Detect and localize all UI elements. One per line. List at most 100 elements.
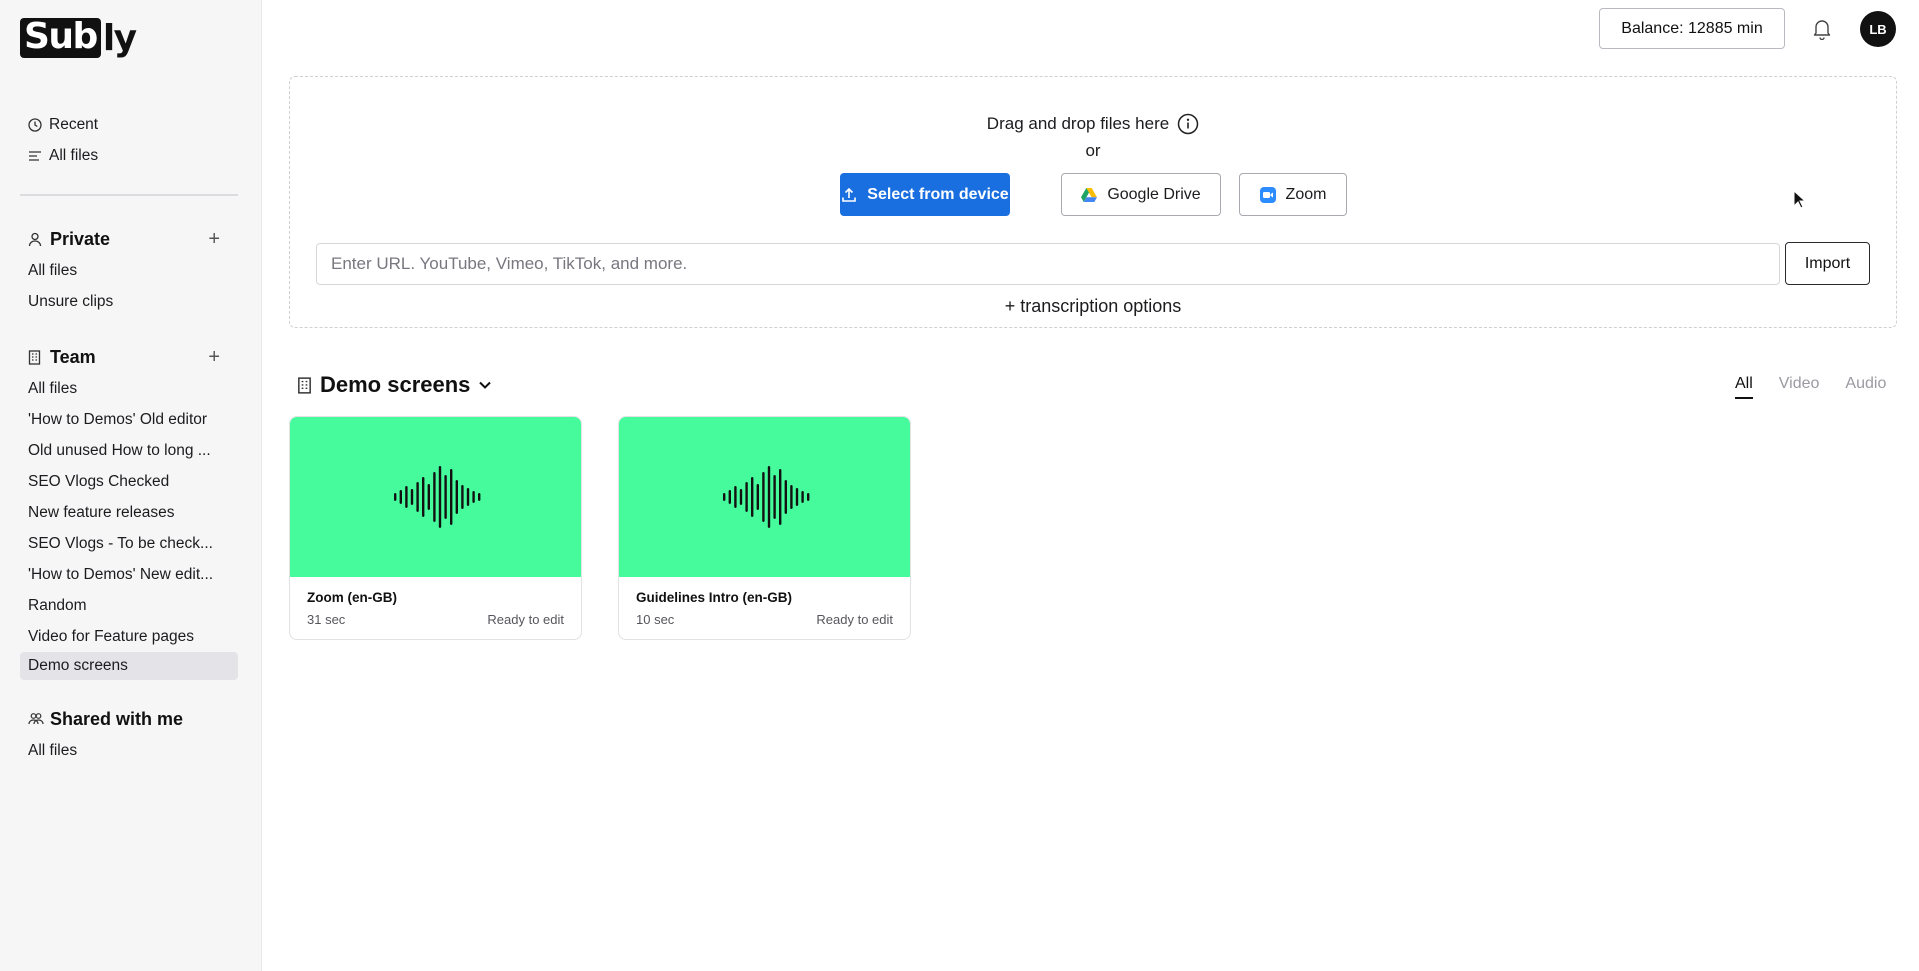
- tab-all[interactable]: All: [1735, 373, 1753, 399]
- sidebar-item-label: Video for Feature pages: [28, 628, 195, 645]
- sidebar-item-private-all-files[interactable]: All files: [20, 257, 238, 285]
- transcription-options-link[interactable]: + transcription options: [290, 296, 1896, 317]
- waveform-bar: [415, 482, 419, 512]
- file-status: Ready to edit: [487, 612, 564, 627]
- sidebar-item-folder[interactable]: Random: [20, 592, 238, 620]
- sidebar-item-recent[interactable]: Recent: [20, 111, 238, 139]
- folder-title: Demo screens: [320, 372, 471, 397]
- sidebar-item-folder[interactable]: SEO Vlogs - To be check...: [20, 530, 238, 558]
- file-name: Guidelines Intro (en-GB): [636, 590, 793, 605]
- add-team-folder-button[interactable]: +: [208, 345, 220, 369]
- file-status: Ready to edit: [816, 612, 893, 627]
- upload-dropzone[interactable]: Drag and drop files here or Select from …: [289, 76, 1897, 328]
- sidebar-item-label: Recent: [49, 116, 99, 133]
- select-from-device-button[interactable]: Select from device: [840, 173, 1010, 216]
- subly-logo[interactable]: Sub ly: [20, 18, 137, 59]
- google-drive-label: Google Drive: [1107, 185, 1201, 203]
- sidebar-item-label: Demo screens: [28, 657, 128, 674]
- google-drive-button[interactable]: Google Drive: [1061, 173, 1221, 216]
- waveform-bar: [761, 472, 765, 522]
- waveform-bar: [471, 491, 475, 503]
- dropzone-or-text: or: [1085, 141, 1101, 160]
- waveform-bar: [427, 484, 430, 510]
- sidebar-item-folder[interactable]: 'How to Demos' Old editor: [20, 406, 238, 434]
- list-icon: [28, 150, 45, 162]
- waveform-bar: [466, 488, 469, 506]
- waveform-bar: [772, 475, 776, 519]
- building-icon: [297, 376, 312, 394]
- waveform-bar: [750, 477, 753, 517]
- sidebar-item-folder[interactable]: New feature releases: [20, 499, 238, 527]
- upload-icon: [841, 187, 857, 203]
- tab-video[interactable]: Video: [1779, 373, 1820, 399]
- folder-title-dropdown[interactable]: Demo screens: [297, 370, 492, 400]
- user-icon: [28, 232, 46, 247]
- zoom-button[interactable]: Zoom: [1239, 173, 1347, 216]
- waveform-bar: [728, 490, 731, 504]
- waveform-bar: [404, 486, 408, 508]
- waveform-bar: [733, 486, 737, 508]
- waveform-bar: [806, 493, 809, 501]
- sidebar-item-label: SEO Vlogs Checked: [28, 473, 170, 490]
- waveform-bar: [756, 484, 759, 510]
- sidebar-item-label: Unsure clips: [28, 293, 114, 310]
- avatar[interactable]: LB: [1860, 11, 1896, 47]
- section-team-title: Team: [50, 346, 96, 367]
- sidebar: Sub ly Recent All files Private + All fil…: [0, 0, 262, 971]
- audio-thumbnail: [290, 417, 581, 577]
- sidebar-item-unsure-clips[interactable]: Unsure clips: [20, 288, 238, 316]
- sidebar-item-folder[interactable]: Old unused How to long ...: [20, 437, 238, 465]
- sidebar-item-label: 'How to Demos' Old editor: [28, 411, 208, 428]
- sidebar-divider: [20, 194, 238, 196]
- waveform-bar: [722, 493, 725, 501]
- zoom-label: Zoom: [1285, 185, 1327, 203]
- waveform-icon: [393, 466, 480, 528]
- sidebar-item-team-all-files[interactable]: All files: [20, 375, 238, 403]
- waveform-bar: [795, 488, 798, 506]
- info-icon[interactable]: [1177, 113, 1199, 135]
- add-private-folder-button[interactable]: +: [208, 227, 220, 251]
- chevron-down-icon: [478, 380, 492, 390]
- balance-button[interactable]: Balance: 12885 min: [1599, 8, 1785, 49]
- select-from-device-label: Select from device: [867, 185, 1009, 203]
- section-shared-title: Shared with me: [50, 708, 184, 729]
- audio-thumbnail: [619, 417, 910, 577]
- bell-icon[interactable]: [1812, 18, 1834, 41]
- sidebar-item-folder[interactable]: SEO Vlogs Checked: [20, 468, 238, 496]
- waveform-bar: [393, 493, 396, 501]
- sidebar-item-label: SEO Vlogs - To be check...: [28, 535, 213, 552]
- sidebar-item-label: All files: [28, 380, 78, 397]
- waveform-bar: [421, 477, 424, 517]
- dropzone-title: Drag and drop files here: [986, 114, 1170, 133]
- tab-audio[interactable]: Audio: [1845, 373, 1886, 399]
- section-team: Team +: [20, 343, 238, 371]
- sidebar-item-label: All files: [28, 742, 78, 759]
- waveform-bar: [455, 480, 458, 514]
- waveform-icon: [722, 466, 809, 528]
- sidebar-item-shared-all-files[interactable]: All files: [20, 737, 238, 765]
- dropzone-title-row: Drag and drop files here: [290, 113, 1896, 135]
- waveform-bar: [477, 493, 480, 501]
- sidebar-item-label: New feature releases: [28, 504, 175, 521]
- waveform-bar: [399, 490, 402, 504]
- sidebar-item-label: All files: [49, 147, 99, 164]
- file-card[interactable]: Guidelines Intro (en-GB) 10 sec Ready to…: [618, 416, 911, 640]
- clock-icon: [28, 118, 45, 132]
- waveform-bar: [432, 472, 436, 522]
- url-input[interactable]: [316, 243, 1780, 285]
- sidebar-item-all-files[interactable]: All files: [20, 142, 238, 170]
- sidebar-item-folder[interactable]: Video for Feature pages: [20, 623, 238, 651]
- mouse-cursor-icon: [1793, 190, 1807, 209]
- waveform-bar: [739, 489, 742, 505]
- building-icon: [28, 349, 46, 365]
- waveform-bar: [800, 491, 804, 503]
- sidebar-item-demo-screens[interactable]: Demo screens: [20, 652, 238, 680]
- waveform-bar: [744, 482, 748, 512]
- section-shared: Shared with me: [20, 705, 238, 733]
- sidebar-item-folder[interactable]: 'How to Demos' New edit...: [20, 561, 238, 589]
- section-private-title: Private: [50, 228, 111, 249]
- file-card[interactable]: Zoom (en-GB) 31 sec Ready to edit: [289, 416, 582, 640]
- sidebar-item-label: All files: [28, 262, 78, 279]
- shared-icon: [28, 712, 46, 726]
- import-button[interactable]: Import: [1785, 242, 1870, 285]
